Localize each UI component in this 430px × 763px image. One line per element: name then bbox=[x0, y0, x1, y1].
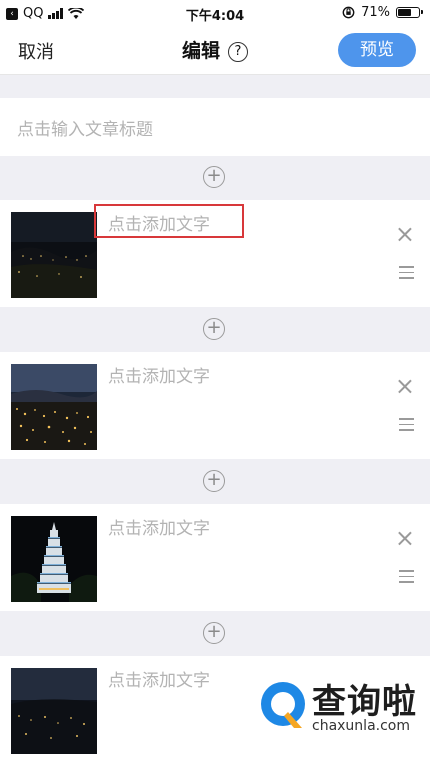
preview-button[interactable]: 预览 bbox=[338, 33, 416, 67]
card-image[interactable] bbox=[11, 668, 97, 754]
nav-bar: 取消 编辑? 预览 bbox=[0, 28, 430, 75]
watermark-url: chaxunla.com bbox=[312, 718, 410, 734]
delete-icon[interactable]: × bbox=[395, 526, 415, 550]
orientation-lock-icon bbox=[342, 6, 355, 19]
battery-percent: 71% bbox=[361, 5, 390, 20]
watermark-logo-icon bbox=[261, 682, 305, 728]
drag-handle-icon[interactable] bbox=[399, 266, 414, 283]
card-text-placeholder[interactable]: 点击添加文字 bbox=[108, 362, 210, 387]
add-section-icon[interactable]: + bbox=[203, 318, 225, 340]
delete-icon[interactable]: × bbox=[395, 222, 415, 246]
watermark: 查询啦 chaxunla.com bbox=[258, 676, 426, 742]
content-card: 点击添加文字 × bbox=[0, 504, 430, 611]
battery-icon bbox=[396, 7, 423, 18]
watermark-text: 查询啦 bbox=[312, 682, 417, 722]
card-text-placeholder[interactable]: 点击添加文字 bbox=[108, 514, 210, 539]
card-image[interactable] bbox=[11, 212, 97, 298]
status-right: 71% bbox=[342, 5, 423, 20]
add-section-icon[interactable]: + bbox=[203, 470, 225, 492]
help-icon[interactable]: ? bbox=[228, 42, 248, 62]
delete-icon[interactable]: × bbox=[395, 374, 415, 398]
content-card: 点击添加文字 × bbox=[0, 352, 430, 459]
drag-handle-icon[interactable] bbox=[399, 570, 414, 587]
add-section-icon[interactable]: + bbox=[203, 622, 225, 644]
card-text-placeholder[interactable]: 点击添加文字 bbox=[108, 666, 210, 691]
status-bar: ‹ QQ 下午4:04 71% bbox=[0, 0, 430, 28]
highlight-box bbox=[94, 204, 244, 238]
card-image[interactable] bbox=[11, 516, 97, 602]
add-section-icon[interactable]: + bbox=[203, 166, 225, 188]
card-image[interactable] bbox=[11, 364, 97, 450]
article-title-placeholder: 点击输入文章标题 bbox=[17, 120, 153, 140]
article-title-input[interactable]: 点击输入文章标题 bbox=[0, 98, 430, 156]
drag-handle-icon[interactable] bbox=[399, 418, 414, 435]
page-title-text: 编辑 bbox=[181, 40, 220, 62]
